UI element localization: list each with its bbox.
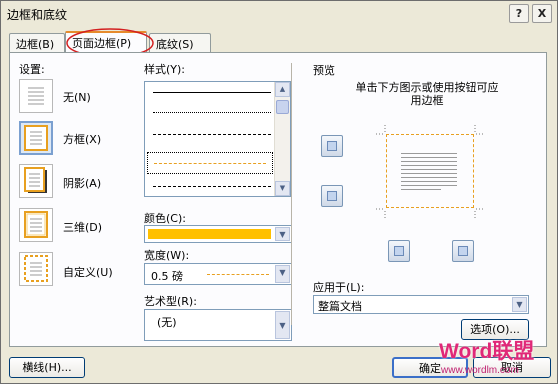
dropdown-arrow-icon[interactable]: ▼ (275, 265, 290, 283)
preview-heading: 预览 (313, 64, 335, 77)
preview-page[interactable] (386, 134, 474, 208)
apply-to-value: 整篇文档 (318, 300, 362, 313)
top-border-button[interactable] (321, 135, 343, 157)
style-scrollbar[interactable]: ▲ ▼ (274, 82, 290, 196)
width-label: 宽度(W): (144, 249, 190, 262)
watermark-logo: Word联盟 (439, 340, 535, 363)
tab-borders[interactable]: 边框(B) (9, 33, 65, 53)
watermark-url: www.wordlm.com (441, 365, 519, 376)
width-line-sample (207, 274, 269, 275)
left-border-button[interactable] (388, 240, 410, 262)
color-label: 颜色(C): (144, 212, 186, 225)
setting-shadow-icon[interactable] (19, 164, 53, 198)
apply-to-combo[interactable]: 整篇文档 ▼ (313, 295, 529, 314)
setting-none-icon[interactable] (19, 79, 53, 113)
line-style-list[interactable]: ▲ ▼ (144, 81, 291, 197)
setting-3d-icon[interactable] (19, 208, 53, 242)
apply-to-label: 应用于(L): (313, 281, 365, 294)
section-divider (291, 63, 292, 325)
help-button[interactable]: ? (509, 4, 529, 23)
style-label: 样式(Y): (144, 63, 186, 76)
style-dashed-small[interactable] (153, 134, 271, 135)
color-swatch (148, 229, 271, 239)
scroll-up-icon[interactable]: ▲ (275, 82, 290, 97)
setting-none-label: 无(N) (63, 91, 91, 104)
style-selected[interactable] (147, 152, 273, 174)
setting-shadow-label: 阴影(A) (63, 177, 102, 190)
bottom-border-button[interactable] (321, 185, 343, 207)
setting-custom-label: 自定义(U) (63, 266, 113, 279)
setting-custom-icon[interactable] (19, 252, 53, 286)
setting-box-label: 方框(X) (63, 133, 102, 146)
dropdown-arrow-icon[interactable]: ▼ (275, 227, 290, 241)
style-solid[interactable] (153, 92, 271, 93)
preview-instructions: 单击下方图示或使用按钮可应用边框 (355, 81, 499, 107)
horizontal-line-button[interactable]: 横线(H)... (9, 357, 85, 378)
dropdown-arrow-icon[interactable]: ▼ (275, 311, 290, 339)
style-dash-dot[interactable] (153, 186, 271, 187)
title-bar: 边框和底纹 ? X (1, 1, 557, 27)
scroll-down-icon[interactable]: ▼ (275, 181, 290, 196)
dropdown-arrow-icon[interactable]: ▼ (512, 297, 527, 312)
setting-box-icon[interactable] (19, 121, 53, 155)
options-button[interactable]: 选项(O)... (461, 319, 529, 340)
tab-shading[interactable]: 底纹(S) (149, 33, 211, 53)
scroll-thumb[interactable] (276, 100, 289, 114)
right-border-button[interactable] (452, 240, 474, 262)
dialog-title: 边框和底纹 (7, 8, 68, 22)
borders-shading-dialog: 边框和底纹 ? X 边框(B) 页面边框(P) 底纹(S) 设置: 无(N) 方… (0, 0, 558, 384)
close-button[interactable]: X (532, 4, 552, 23)
settings-heading: 设置: (19, 63, 45, 76)
setting-3d-label: 三维(D) (63, 221, 103, 234)
color-combo[interactable]: ▼ (144, 225, 292, 243)
width-value: 0.5 磅 (151, 270, 183, 283)
style-dotted[interactable] (153, 112, 271, 113)
width-combo[interactable]: 0.5 磅 ▼ (144, 263, 292, 285)
art-label: 艺术型(R): (144, 295, 197, 308)
art-combo[interactable]: (无) ▼ (144, 309, 292, 341)
art-value: (无) (157, 316, 177, 329)
